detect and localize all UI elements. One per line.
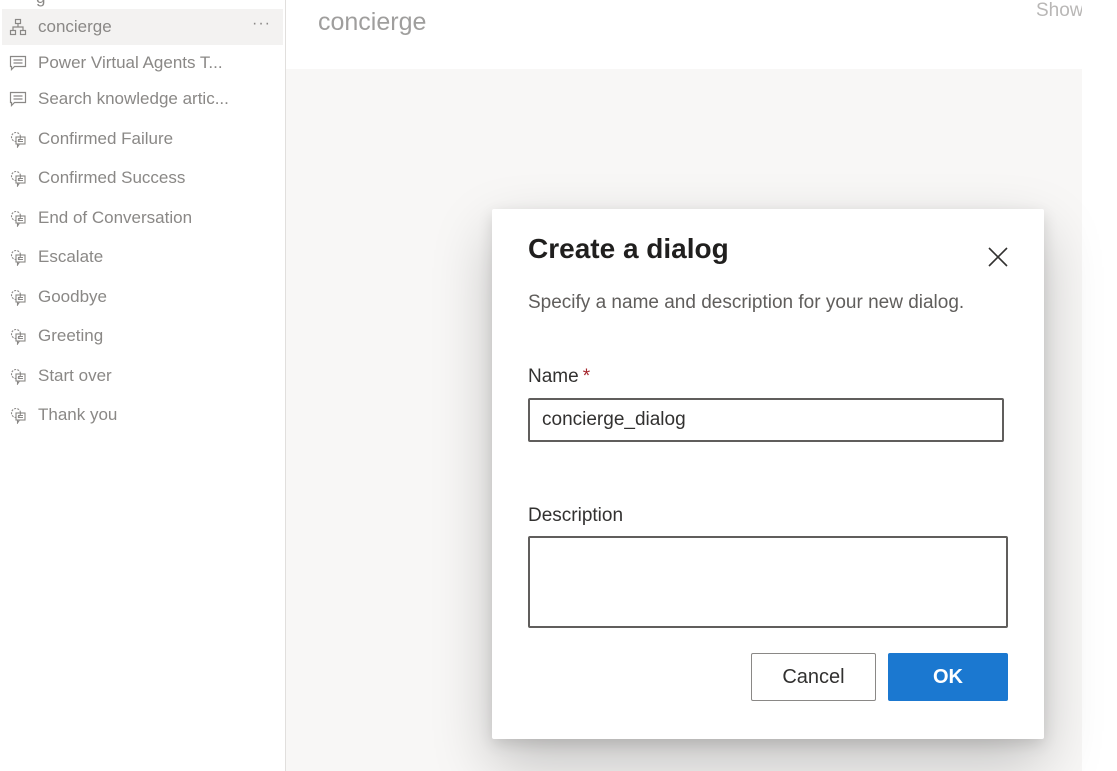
name-input[interactable]: [528, 398, 1004, 442]
sidebar-item-start-over[interactable]: Start over: [2, 358, 283, 394]
sidebar-item-label: Confirmed Success: [38, 168, 186, 187]
sidebar-item-concierge[interactable]: concierge ···: [2, 9, 283, 45]
system-topic-icon: [8, 366, 28, 386]
sidebar-item-escalate[interactable]: Escalate: [2, 239, 283, 275]
sidebar-item-label: Greeting: [38, 326, 104, 345]
name-label: Name *: [528, 366, 590, 388]
sidebar-item-power-virtual-agents[interactable]: Power Virtual Agents T...: [2, 45, 283, 81]
chat-icon: [8, 89, 28, 109]
close-icon: [988, 247, 1008, 267]
sidebar-item-label: End of Conversation: [38, 208, 193, 227]
right-edge: [1082, 0, 1117, 771]
system-topic-icon: [8, 168, 28, 188]
chat-icon: [8, 53, 28, 73]
sidebar-item-search-knowledge[interactable]: Search knowledge artic...: [2, 81, 283, 117]
sidebar-item-label: concierge: [38, 17, 112, 36]
description-input[interactable]: [528, 536, 1008, 628]
system-topic-icon: [8, 208, 28, 228]
sidebar-item-confirmed-success[interactable]: Confirmed Success: [2, 160, 283, 196]
sidebar-item-thank-you[interactable]: Thank you: [2, 397, 283, 433]
sidebar-item-end-of-conversation[interactable]: End of Conversation: [2, 200, 283, 236]
name-label-text: Name: [528, 366, 579, 387]
sidebar-item-label: Power Virtual Agents T...: [38, 53, 223, 72]
sidebar-item-label: Escalate: [38, 247, 104, 266]
sidebar-item-label: Search knowledge artic...: [38, 89, 229, 108]
sidebar-item-label: Confirmed Failure: [38, 129, 174, 148]
sidebar-item-label: Start over: [38, 366, 112, 385]
close-button[interactable]: [986, 245, 1010, 269]
flow-icon: [8, 17, 28, 37]
system-topic-icon: [8, 247, 28, 267]
modal-subtitle: Specify a name and description for your …: [528, 292, 965, 313]
sidebar-item-label: Goodbye: [38, 287, 107, 306]
more-options-icon[interactable]: ···: [252, 15, 271, 33]
system-topic-icon: [8, 129, 28, 149]
required-indicator: *: [582, 366, 591, 387]
sidebar: g concierge ··· Power Virtual Agents T..…: [0, 0, 286, 771]
create-dialog-modal: Create a dialog Specify a name and descr…: [492, 209, 1044, 739]
description-label: Description: [528, 505, 624, 526]
sidebar-item-goodbye[interactable]: Goodbye: [2, 279, 283, 315]
modal-title: Create a dialog: [528, 233, 729, 264]
cancel-button[interactable]: Cancel: [751, 653, 876, 701]
ok-button[interactable]: OK: [888, 653, 1008, 701]
sidebar-item-confirmed-failure[interactable]: Confirmed Failure: [2, 121, 283, 157]
system-topic-icon: [8, 405, 28, 425]
sidebar-item-cutoff[interactable]: g: [36, 0, 45, 8]
system-topic-icon: [8, 326, 28, 346]
sidebar-item-greeting[interactable]: Greeting: [2, 318, 283, 354]
sidebar-item-label: Thank you: [38, 405, 118, 424]
system-topic-icon: [8, 287, 28, 307]
